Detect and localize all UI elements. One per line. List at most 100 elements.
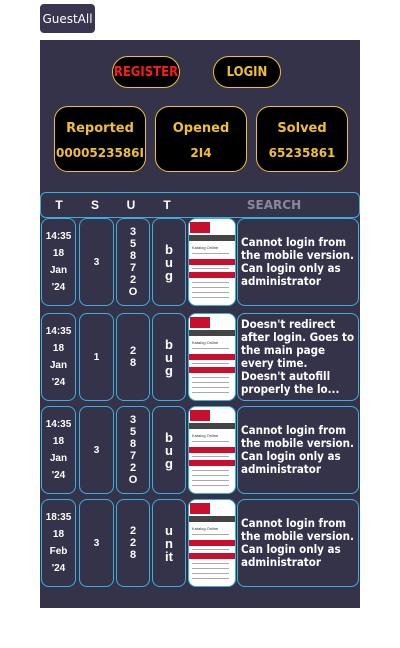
date-part: Jan (49, 360, 68, 371)
date-part: 14:35 (45, 419, 72, 430)
date-part: 14:35 (45, 326, 72, 337)
column-header-time[interactable]: T (49, 198, 69, 212)
ticket-date: 14:35 18 Jan '24 (41, 218, 76, 306)
ticket-status: 1 (79, 313, 114, 401)
thumbnail-line (192, 253, 229, 254)
thumbnail-line (192, 573, 229, 574)
stat-value: 0000523586I (56, 146, 144, 160)
date-part: 18:35 (45, 512, 72, 523)
ticket-type: unit (152, 499, 186, 587)
ticket-status: 3 (79, 218, 114, 306)
ticket-date: 18:35 18 Feb '24 (41, 499, 76, 587)
screenshot-thumbnail: Katalog Online (189, 407, 235, 493)
thumbnail-line (192, 456, 229, 457)
thumbnail-line (192, 441, 229, 442)
date-part: 18 (52, 343, 65, 354)
thumbnail-logo (190, 317, 210, 328)
date-part: 14:35 (45, 231, 72, 242)
column-header-type[interactable]: T (157, 198, 177, 212)
thumbnail-line (192, 382, 229, 383)
thumbnail-line (192, 578, 229, 579)
thumbnail-logo (190, 410, 210, 421)
ticket-description[interactable]: Cannot login from the mobile version. Ca… (237, 499, 359, 587)
date-part: 18 (52, 436, 65, 447)
screenshot-thumbnail: Katalog Online (189, 500, 235, 586)
stat-value: 2I4 (190, 146, 212, 160)
thumbnail-line (192, 534, 229, 535)
stat-label: Reported (66, 121, 134, 136)
thumbnail-text: Katalog Online (192, 245, 219, 250)
main-panel: REGISTER LOGIN Reported 0000523586I Open… (40, 40, 360, 608)
thumbnail-line (192, 377, 229, 378)
ticket-description[interactable]: Cannot login from the mobile version. Ca… (237, 406, 359, 494)
thumbnail-bar (189, 330, 235, 336)
thumbnail-logo (190, 222, 210, 233)
ticket-user: 35872O (116, 218, 150, 306)
ticket-date: 14:35 18 Jan '24 (41, 313, 76, 401)
thumbnail-line (192, 282, 229, 283)
date-part: '24 (51, 563, 66, 574)
ticket-description[interactable]: Cannot login from the mobile version. Ca… (237, 218, 359, 306)
thumbnail-red-bar (189, 540, 235, 546)
date-part: Feb (49, 546, 68, 557)
thumbnail-line (192, 268, 229, 269)
stat-label: Opened (172, 121, 230, 136)
thumbnail-line (192, 563, 229, 564)
thumbnail-logo (190, 503, 210, 514)
search-input[interactable] (201, 195, 347, 215)
ticket-user: 28 (116, 313, 150, 401)
date-part: 18 (52, 248, 65, 259)
thumbnail-red-bar (189, 259, 235, 265)
date-part: '24 (51, 282, 66, 293)
stat-solved: Solved 65235861 (256, 106, 348, 172)
thumbnail-line (192, 480, 229, 481)
ticket-description[interactable]: Doesn't redirect after login. Goes to th… (237, 313, 359, 401)
thumbnail-line (192, 470, 229, 471)
ticket-status: 3 (79, 406, 114, 494)
stat-reported: Reported 0000523586I (54, 106, 146, 172)
screenshot-thumbnail: Katalog Online (189, 219, 235, 305)
ticket-date: 14:35 18 Jan '24 (41, 406, 76, 494)
screenshot-thumbnail: Katalog Online (189, 314, 235, 400)
thumbnail-red-bar (189, 272, 235, 278)
ticket-type: bug (152, 218, 186, 306)
thumbnail-line (192, 387, 229, 388)
ticket-screenshot[interactable]: Katalog Online (188, 218, 236, 306)
ticket-screenshot[interactable]: Katalog Online (188, 313, 236, 401)
ticket-type: bug (152, 313, 186, 401)
thumbnail-red-bar (189, 553, 235, 559)
ticket-screenshot[interactable]: Katalog Online (188, 406, 236, 494)
thumbnail-line (192, 292, 229, 293)
thumbnail-bar (189, 235, 235, 241)
register-button[interactable]: REGISTER (112, 56, 180, 88)
thumbnail-text: Katalog Online (192, 340, 219, 345)
stat-opened: Opened 2I4 (155, 106, 247, 172)
thumbnail-bar (189, 423, 235, 429)
thumbnail-line (192, 549, 229, 550)
stat-label: Solved (277, 121, 327, 136)
thumbnail-text: Katalog Online (192, 433, 219, 438)
ticket-type: bug (152, 406, 186, 494)
thumbnail-line (192, 485, 229, 486)
stat-value: 65235861 (268, 146, 336, 160)
date-part: Jan (49, 265, 68, 276)
thumbnail-line (192, 475, 229, 476)
column-header-status[interactable]: S (85, 198, 105, 212)
thumbnail-red-bar (189, 367, 235, 373)
ticket-screenshot[interactable]: Katalog Online (188, 499, 236, 587)
date-part: '24 (51, 377, 66, 388)
guest-all-button[interactable]: GuestAll (40, 4, 95, 33)
thumbnail-line (192, 363, 229, 364)
thumbnail-red-bar (189, 354, 235, 360)
thumbnail-line (192, 297, 229, 298)
ticket-user: 35872O (116, 406, 150, 494)
thumbnail-line (192, 348, 229, 349)
date-part: Jan (49, 453, 68, 464)
login-button[interactable]: LOGIN (213, 56, 281, 88)
table-header: T S U T (40, 192, 360, 218)
date-part: 18 (52, 529, 65, 540)
date-part: '24 (51, 470, 66, 481)
column-header-user[interactable]: U (121, 198, 141, 212)
thumbnail-text: Katalog Online (192, 526, 219, 531)
thumbnail-line (192, 392, 229, 393)
